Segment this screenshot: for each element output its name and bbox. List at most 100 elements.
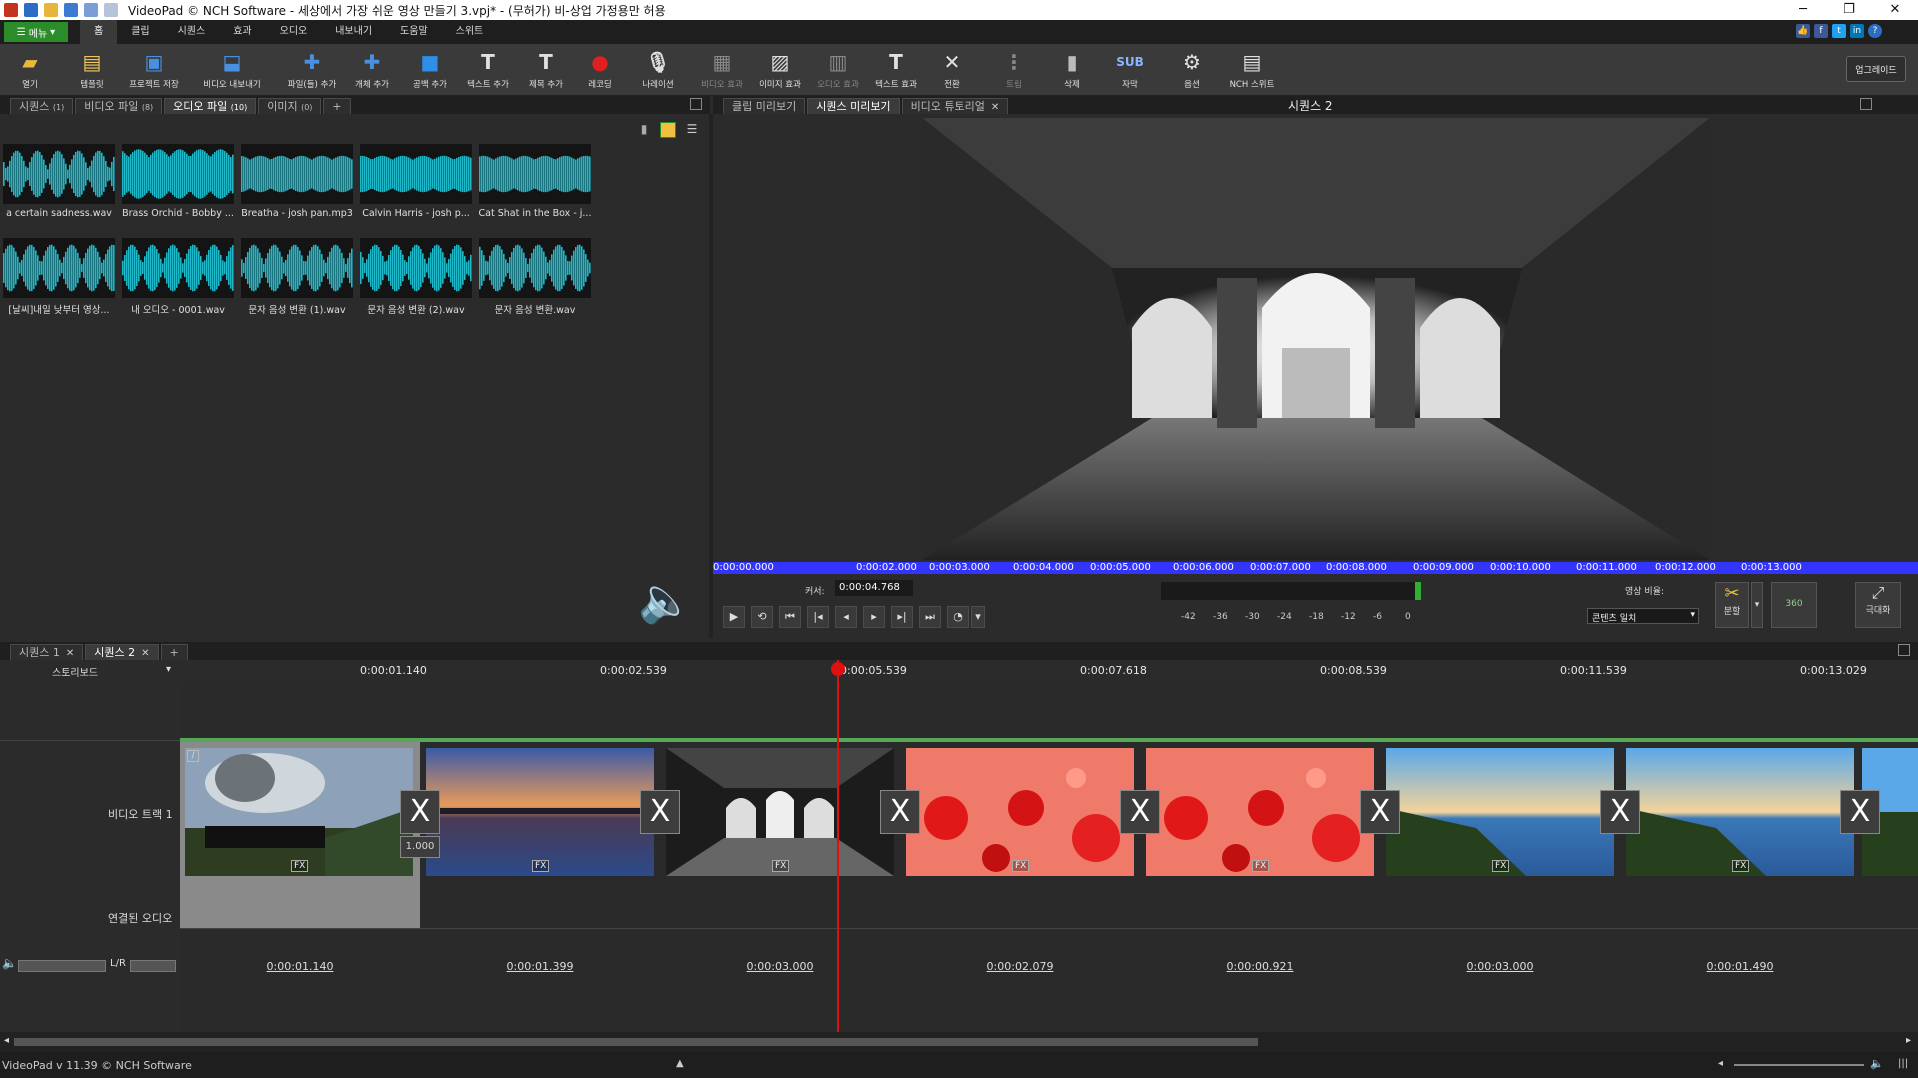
play-button[interactable]: ▶ <box>723 606 745 628</box>
timeline-ruler[interactable]: 0:00:01.140 0:00:02.539 0:00:05.539 0:00:07… <box>180 660 1918 682</box>
options-button[interactable]: ⚙ 옵션 <box>1162 50 1222 90</box>
expand-panel-icon[interactable]: ▲ <box>676 1058 684 1069</box>
close-tab-icon[interactable]: ✕ <box>66 648 74 659</box>
add-title-button[interactable]: T 제목 추가 <box>516 50 576 90</box>
undock-icon[interactable] <box>690 98 702 110</box>
help-icon[interactable]: ? <box>1868 24 1882 38</box>
template-button[interactable]: ▤ 템플릿 <box>62 50 122 90</box>
bin-tab-video-files[interactable]: 비디오 파일 (8) <box>75 98 163 114</box>
previous-clip-button[interactable]: |◂ <box>807 606 829 628</box>
audio-file-thumbnail[interactable] <box>122 144 234 204</box>
main-menu-button[interactable]: ☰ 메뉴 ▾ <box>4 22 68 42</box>
tab-suite[interactable]: 스위트 <box>442 20 498 44</box>
track-pan-slider[interactable] <box>130 960 176 972</box>
tab-sequence[interactable]: 시퀀스 <box>164 20 220 44</box>
upgrade-button[interactable]: 업그레이드 <box>1846 56 1906 82</box>
clip-fx-badge[interactable]: FX <box>1252 860 1270 872</box>
next-clip-button[interactable]: ▸| <box>891 606 913 628</box>
save-quick-icon[interactable] <box>24 3 38 17</box>
video-effects-button[interactable]: ▦ 비디오 효과 <box>692 50 752 90</box>
transition-button[interactable]: ✕ 전환 <box>922 50 982 90</box>
text-effects-button[interactable]: T 텍스트 효과 <box>866 50 926 90</box>
audio-file-thumbnail[interactable] <box>479 144 591 204</box>
track-volume-slider[interactable] <box>18 960 106 972</box>
open-quick-icon[interactable] <box>44 3 58 17</box>
playhead-handle[interactable] <box>831 662 845 676</box>
record-button[interactable]: ● 레코딩 <box>570 50 630 90</box>
tab-audio[interactable]: 오디오 <box>266 20 322 44</box>
save-disk-icon[interactable] <box>64 3 78 17</box>
fullscreen-button[interactable]: ⤢ 극대화 <box>1855 582 1901 628</box>
vr360-button[interactable]: 360 <box>1771 582 1817 628</box>
step-back-button[interactable]: ◂ <box>835 606 857 628</box>
save-project-button[interactable]: ▣ 프로젝트 저장 <box>124 50 184 90</box>
tab-sequence-2[interactable]: 시퀀스 2 ✕ <box>85 644 159 660</box>
tab-sequence-preview[interactable]: 시퀀스 미리보기 <box>807 98 900 114</box>
undock-preview-icon[interactable] <box>1860 98 1872 110</box>
go-to-end-button[interactable]: ⏭ <box>919 606 941 628</box>
clip-fx-badge[interactable]: FX <box>291 860 309 872</box>
clip-coastline[interactable]: FX <box>1386 748 1614 876</box>
aspect-ratio-select[interactable]: 콘텐츠 일치 ▾ <box>1587 608 1699 624</box>
audio-file-thumbnail[interactable] <box>3 238 115 298</box>
transition-marker[interactable]: X <box>1600 790 1640 834</box>
bin-tab-images[interactable]: 이미지 (0) <box>258 98 322 114</box>
add-text-button[interactable]: T 텍스트 추가 <box>458 50 518 90</box>
zoom-slider[interactable] <box>1734 1064 1864 1066</box>
clip-steam-train[interactable]: / FX <box>185 748 413 876</box>
playback-speed-button[interactable]: ◔ <box>947 606 969 628</box>
clip-sunset-lake[interactable]: FX <box>426 748 654 876</box>
loop-button[interactable]: ⟲ <box>751 606 773 628</box>
transition-marker[interactable]: X <box>1360 790 1400 834</box>
track-volume-icon[interactable]: 🔈 <box>2 956 17 970</box>
scroll-left-icon[interactable]: ◂ <box>4 1035 9 1046</box>
trim-button[interactable]: ⋮ 트림 <box>984 50 1044 90</box>
add-bin-tab-button[interactable]: + <box>323 98 351 114</box>
close-tab-icon[interactable]: ✕ <box>141 648 149 659</box>
linkedin-icon[interactable]: in <box>1850 24 1864 38</box>
audio-file-thumbnail[interactable] <box>241 238 353 298</box>
like-icon[interactable]: 👍 <box>1796 24 1810 38</box>
scroll-right-icon[interactable]: ▸ <box>1906 1035 1911 1046</box>
split-dropdown-icon[interactable]: ▾ <box>1751 582 1763 628</box>
tab-home[interactable]: 홈 <box>80 20 118 44</box>
tab-help[interactable]: 도움말 <box>386 20 442 44</box>
twitter-icon[interactable]: t <box>1832 24 1846 38</box>
zoom-out-icon[interactable]: ◂ <box>1718 1058 1723 1069</box>
tab-clip-preview[interactable]: 클립 미리보기 <box>723 98 806 114</box>
step-forward-button[interactable]: ▸ <box>863 606 885 628</box>
minimize-button[interactable]: ─ <box>1780 0 1826 20</box>
bin-list-view-icon[interactable]: ☰ <box>684 122 700 138</box>
subtitle-button[interactable]: SUB 자막 <box>1100 50 1160 90</box>
clip-coastline-2[interactable]: FX <box>1626 748 1854 876</box>
speed-dropdown-icon[interactable]: ▾ <box>971 606 985 628</box>
go-to-start-button[interactable]: ⏮ <box>779 606 801 628</box>
transition-marker[interactable]: X <box>880 790 920 834</box>
clip-red-poppies[interactable]: FX <box>906 748 1134 876</box>
audio-file-thumbnail[interactable] <box>241 144 353 204</box>
image-effects-button[interactable]: ▨ 이미지 효과 <box>750 50 810 90</box>
add-object-button[interactable]: ✚ 개체 추가 <box>342 50 402 90</box>
audio-file-thumbnail[interactable] <box>122 238 234 298</box>
audio-file-thumbnail[interactable] <box>479 238 591 298</box>
add-blank-button[interactable]: ■ 공백 추가 <box>400 50 460 90</box>
export-video-button[interactable]: ⬓ 비디오 내보내기 <box>202 50 262 90</box>
audio-file-thumbnail[interactable] <box>3 144 115 204</box>
tab-export[interactable]: 내보내기 <box>321 20 386 44</box>
preview-time-ruler[interactable]: 0:00:00.000 0:00:02.000 0:00:03.000 0:00:04… <box>713 562 1918 574</box>
clip-fx-badge[interactable]: FX <box>772 860 790 872</box>
transition-marker[interactable]: X <box>1840 790 1880 834</box>
audio-file-thumbnail[interactable] <box>360 144 472 204</box>
open-button[interactable]: ▰ 열기 <box>0 50 60 90</box>
redo-icon[interactable] <box>104 3 118 17</box>
clip-arcade-bw[interactable]: FX <box>666 748 894 876</box>
cursor-time-display[interactable]: 0:00:04.768 <box>835 580 913 596</box>
bin-folder-add-icon[interactable] <box>660 122 676 138</box>
delete-button[interactable]: ▮ 삭제 <box>1042 50 1102 90</box>
undock-timeline-icon[interactable] <box>1898 644 1910 656</box>
transition-marker[interactable]: X <box>640 790 680 834</box>
tab-sequence-1[interactable]: 시퀀스 1 ✕ <box>10 644 84 660</box>
nch-suite-button[interactable]: ▤ NCH 스위트 <box>1220 50 1284 90</box>
clip-fx-badge[interactable]: FX <box>1732 860 1750 872</box>
clip-fx-badge[interactable]: FX <box>1012 860 1030 872</box>
